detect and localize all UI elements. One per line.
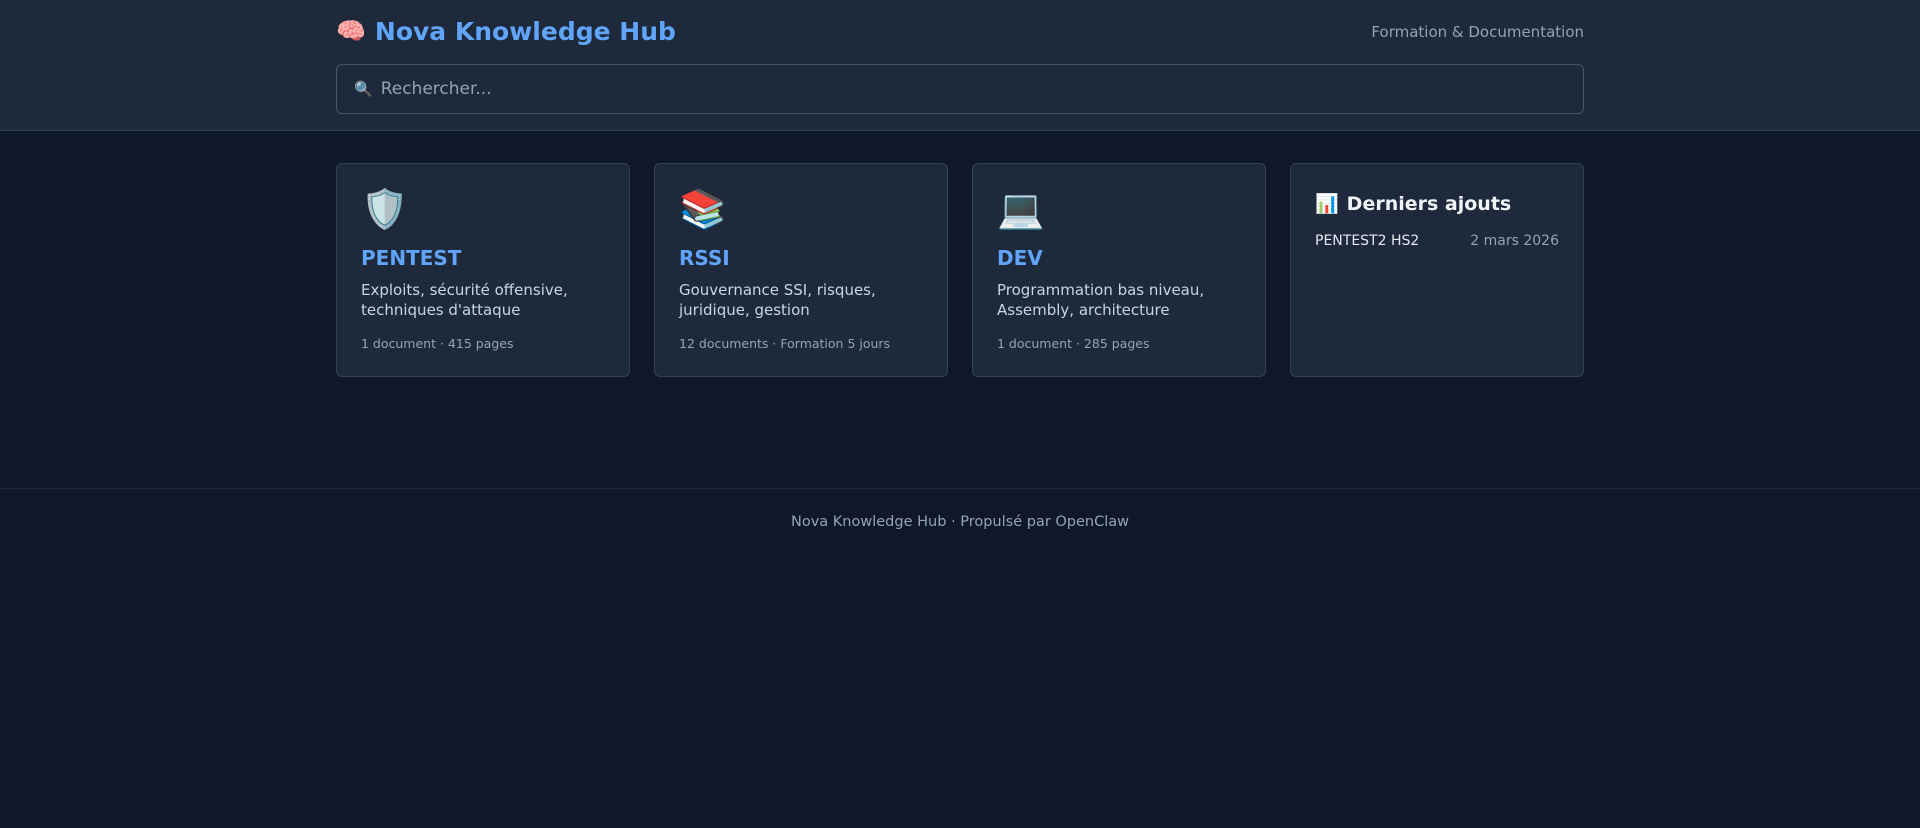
card-description: Gouvernance SSI, risques, juridique, ges… [679, 281, 876, 319]
search-input[interactable] [380, 79, 1561, 99]
recent-title-label: Derniers ajouts [1346, 192, 1512, 215]
shield-icon: 🛡️ [361, 187, 409, 231]
recent-item-name[interactable]: PENTEST2 HS2 [1315, 233, 1419, 249]
brain-icon: 🧠 [336, 17, 366, 45]
card-description: Exploits, sécurité offensive, techniques… [361, 281, 568, 319]
card-rssi[interactable]: 📚 RSSI Gouvernance SSI, risques, juridiq… [654, 163, 948, 377]
header: 🧠 Nova Knowledge Hub Formation & Documen… [0, 0, 1920, 131]
card-description: Programmation bas niveau, Assembly, arch… [997, 281, 1205, 319]
recent-additions-panel: 📊 Derniers ajouts PENTEST2 HS2 2 mars 20… [1290, 163, 1584, 377]
bar-chart-icon: 📊 [1315, 193, 1339, 215]
card-meta: 1 document · 415 pages [361, 336, 514, 351]
category-cards: 🛡️ PENTEST Exploits, sécurité offensive,… [336, 163, 1584, 377]
site-title: Nova Knowledge Hub [374, 16, 676, 46]
card-title: RSSI [679, 246, 730, 270]
search-icon: 🔍 [354, 80, 373, 98]
search-bar[interactable]: 🔍 [336, 64, 1584, 114]
recent-item[interactable]: PENTEST2 HS2 2 mars 2026 [1315, 233, 1559, 249]
card-meta: 1 document · 285 pages [997, 336, 1150, 351]
card-dev[interactable]: 💻 DEV Programmation bas niveau, Assembly… [972, 163, 1266, 377]
header-inner: 🧠 Nova Knowledge Hub Formation & Documen… [336, 0, 1584, 130]
recent-item-date: 2 mars 2026 [1470, 233, 1559, 249]
brand[interactable]: 🧠 Nova Knowledge Hub [336, 14, 676, 48]
card-title: PENTEST [361, 246, 462, 270]
books-icon: 📚 [679, 187, 727, 231]
tagline: Formation & Documentation [1371, 23, 1584, 41]
footer-text: Nova Knowledge Hub · Propulsé par OpenCl… [790, 514, 1130, 530]
card-meta: 12 documents · Formation 5 jours [679, 336, 891, 351]
laptop-icon: 💻 [997, 187, 1045, 231]
recent-title: 📊 Derniers ajouts [1315, 192, 1559, 216]
card-pentest[interactable]: 🛡️ PENTEST Exploits, sécurité offensive,… [336, 163, 630, 377]
card-title: DEV [997, 246, 1043, 270]
footer: Nova Knowledge Hub · Propulsé par OpenCl… [0, 488, 1920, 558]
